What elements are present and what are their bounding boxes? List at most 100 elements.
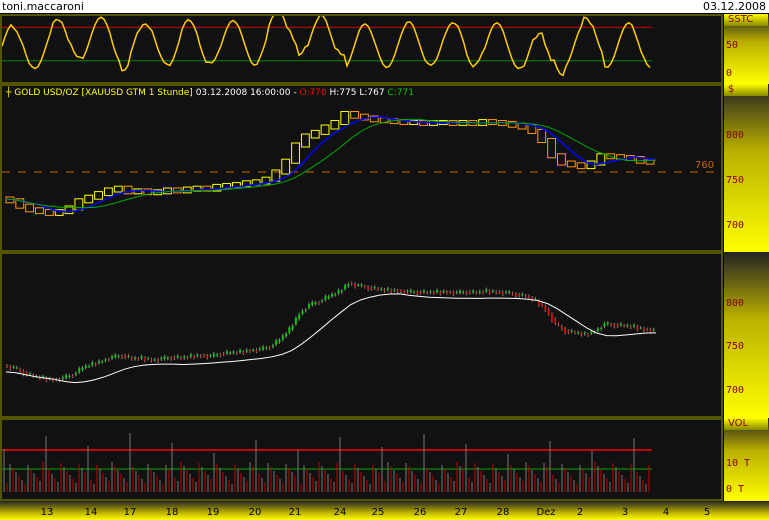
candle — [544, 306, 547, 311]
candle — [120, 356, 123, 358]
tick: 750 — [726, 341, 745, 352]
candle — [137, 358, 140, 360]
x-tick: 2 — [576, 507, 584, 518]
candle — [258, 348, 261, 350]
candle — [91, 362, 94, 366]
candle — [357, 284, 360, 286]
candle — [468, 291, 471, 294]
tick: 700 — [726, 220, 745, 231]
candle — [101, 361, 104, 363]
bar-candle — [25, 203, 35, 213]
candle — [186, 357, 189, 359]
candle — [252, 349, 255, 351]
candle — [239, 350, 242, 353]
candle — [340, 290, 343, 292]
bar-candle — [291, 142, 300, 164]
candle — [610, 324, 613, 326]
candle — [117, 356, 120, 358]
bar-candle — [44, 209, 54, 216]
level-label: 760 — [695, 160, 715, 171]
candle — [587, 334, 590, 336]
candle — [160, 358, 163, 360]
candle — [439, 291, 442, 294]
candle — [337, 290, 340, 294]
candle — [304, 309, 307, 311]
x-tick: 26 — [413, 507, 427, 518]
tick: 800 — [726, 130, 745, 141]
candle — [573, 332, 576, 334]
candle — [278, 339, 281, 343]
candle — [176, 356, 179, 358]
candle — [504, 291, 507, 293]
candle — [518, 294, 521, 297]
candle — [229, 352, 232, 354]
candle — [350, 283, 353, 285]
volume-panel — [0, 418, 723, 501]
candle — [445, 291, 448, 293]
candle — [475, 292, 478, 294]
candle — [209, 355, 212, 357]
candle — [596, 328, 599, 332]
candle — [452, 292, 455, 295]
candle — [639, 327, 642, 329]
candle — [386, 288, 389, 290]
candle — [406, 291, 409, 293]
candle — [281, 335, 284, 340]
x-tick: Dez — [536, 507, 556, 518]
candle — [623, 325, 626, 327]
candle — [491, 290, 494, 292]
candle — [193, 356, 196, 358]
sstc-plot — [2, 16, 652, 77]
candle — [317, 302, 320, 304]
candle — [521, 293, 524, 296]
bar-candle — [310, 129, 320, 139]
candle — [482, 292, 485, 294]
tick: 750 — [726, 175, 745, 186]
candle — [550, 314, 553, 321]
x-tick: 13 — [40, 507, 54, 518]
volume-axis: VOL 10 T 0 T — [724, 418, 769, 501]
candle — [472, 290, 475, 293]
candle — [219, 354, 222, 356]
close: C:771 — [387, 88, 414, 98]
candle — [74, 373, 77, 375]
bar-candle — [330, 120, 340, 130]
candle — [183, 356, 186, 359]
candle — [97, 360, 100, 363]
tick: 0 T — [726, 484, 745, 495]
user-name: toni.maccaroni — [2, 0, 84, 13]
white-average-line — [5, 293, 657, 384]
green-average-line — [5, 118, 657, 209]
x-tick: 21 — [288, 507, 302, 518]
candle — [455, 291, 458, 293]
candle — [583, 332, 586, 334]
candle — [275, 340, 278, 345]
x-tick: 18 — [165, 507, 179, 518]
candle — [298, 314, 301, 319]
candle — [360, 284, 363, 286]
candle — [301, 310, 304, 314]
candle — [212, 353, 215, 357]
candle — [9, 366, 12, 369]
candle — [166, 357, 169, 359]
candle — [268, 347, 271, 349]
candle — [107, 359, 110, 361]
candle — [189, 354, 192, 357]
candle — [367, 287, 370, 290]
x-tick: 17 — [123, 507, 137, 518]
candle — [498, 291, 501, 293]
bar-candle — [74, 198, 84, 211]
tick: 10 T — [726, 458, 751, 469]
bar-candle — [340, 111, 350, 125]
candle — [376, 288, 379, 290]
bar-candle — [537, 129, 547, 143]
candle — [649, 329, 652, 332]
candle — [642, 328, 645, 331]
candle — [265, 347, 268, 349]
candle — [580, 333, 583, 335]
datetime: 03.12.2008 16:00:00 - — [195, 88, 297, 98]
volume-plot — [2, 433, 652, 492]
candle — [173, 357, 176, 359]
tick: 700 — [726, 385, 745, 396]
candle — [242, 351, 245, 354]
